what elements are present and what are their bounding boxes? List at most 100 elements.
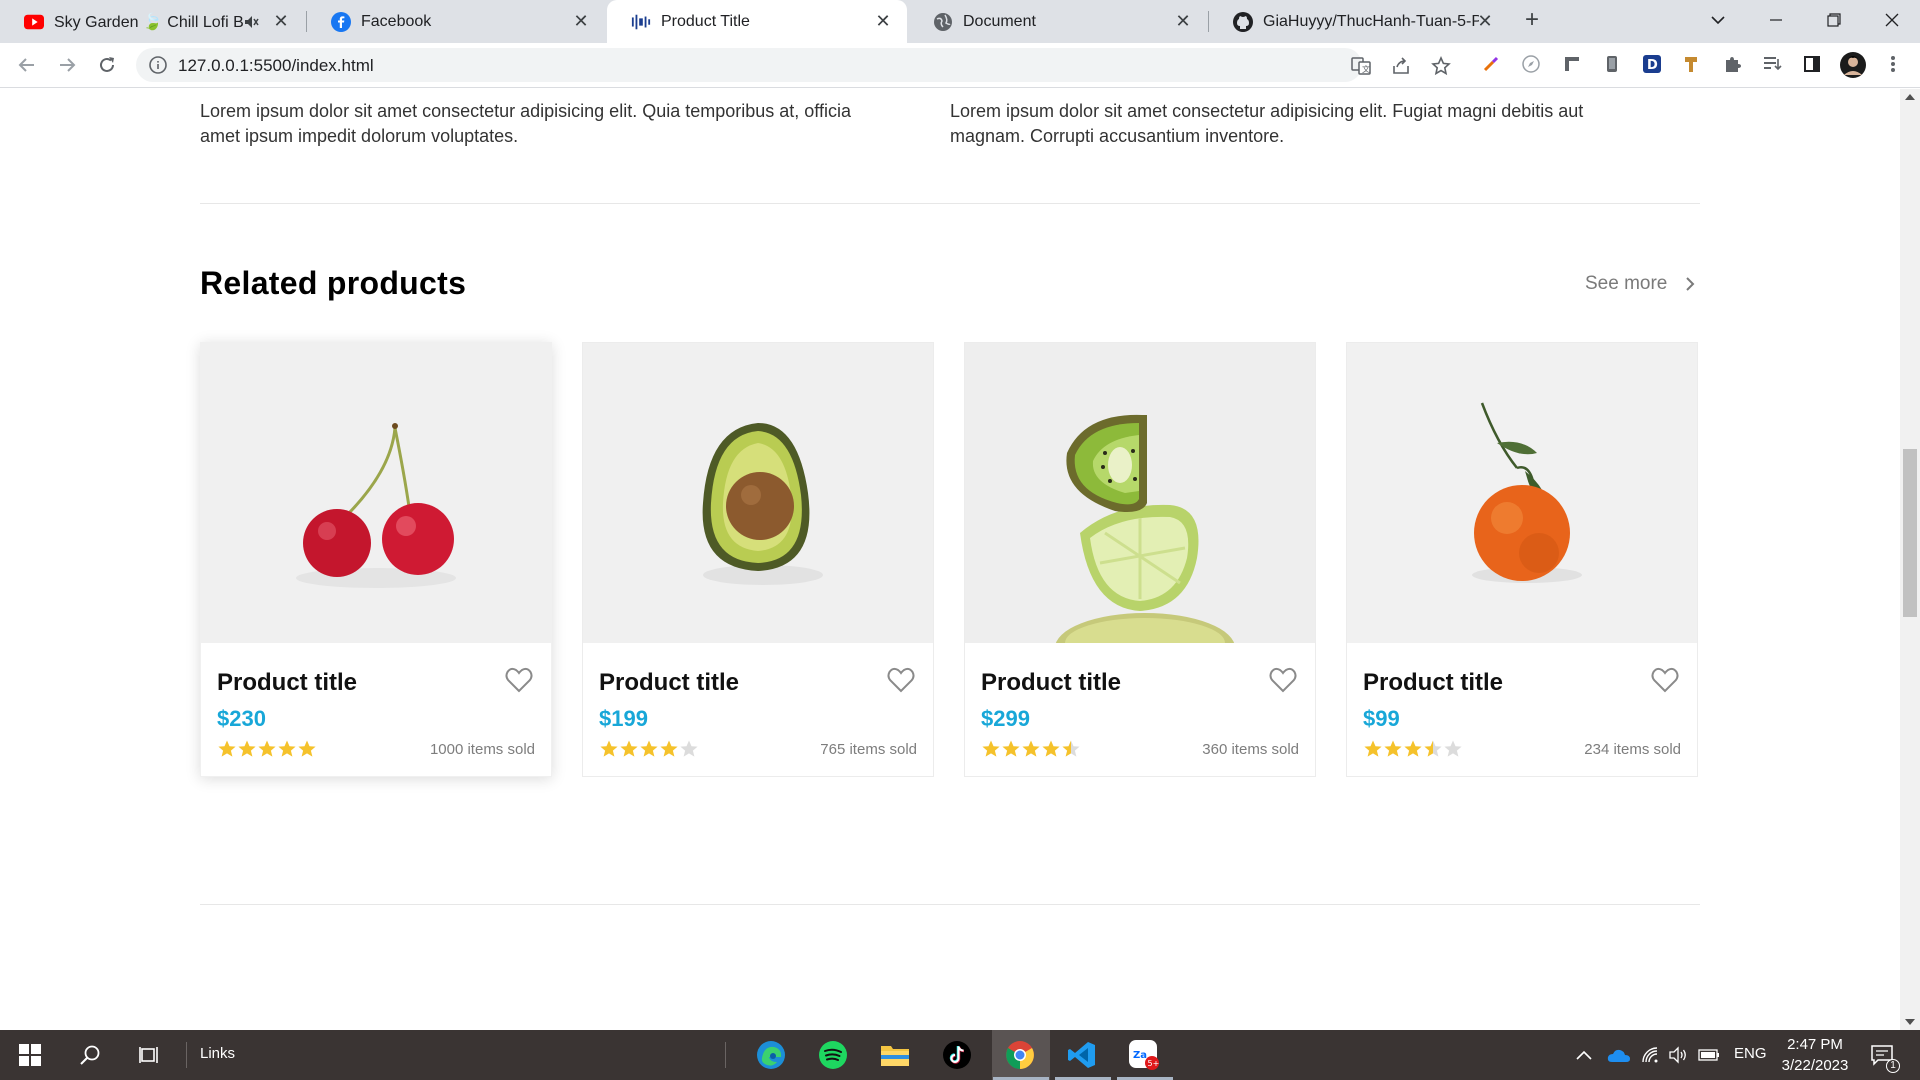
star-full-icon bbox=[640, 740, 658, 757]
bookmark-star-icon[interactable] bbox=[1430, 55, 1452, 77]
heart-icon[interactable] bbox=[887, 667, 915, 693]
product-title[interactable]: Product title bbox=[599, 669, 739, 697]
product-description: Lorem ipsum dolor sit amet consectetur a… bbox=[200, 101, 851, 146]
rating-stars bbox=[599, 739, 699, 759]
browser-toolbar: 127.0.0.1:5500/index.html 文 D bbox=[0, 43, 1920, 88]
side-panel-icon[interactable] bbox=[1801, 53, 1823, 75]
items-sold: 1000 items sold bbox=[429, 741, 535, 758]
system-clock[interactable]: 2:47 PM 3/22/2023 bbox=[1770, 1034, 1860, 1076]
tab-github[interactable]: GiaHuyyy/ThucHanh-Tuan-5-Pro ✕ bbox=[1209, 0, 1509, 43]
tab-strip: Sky Garden 🍃 Chill Lofi Bea ✕ Facebook ✕… bbox=[0, 0, 1920, 43]
product-description: Lorem ipsum dolor sit amet consectetur a… bbox=[950, 101, 1584, 146]
star-full-icon bbox=[982, 740, 1000, 757]
tab-document[interactable]: Document ✕ bbox=[909, 0, 1207, 43]
color-picker-extension-icon[interactable] bbox=[1480, 53, 1502, 75]
star-full-icon bbox=[1364, 740, 1382, 757]
links-toolbar[interactable]: Links bbox=[200, 1045, 235, 1062]
notification-center-icon[interactable]: 1 bbox=[1866, 1039, 1900, 1073]
star-full-icon bbox=[660, 740, 678, 757]
youtube-icon bbox=[24, 12, 44, 32]
windows-start-icon[interactable] bbox=[14, 1039, 46, 1071]
svg-text:文: 文 bbox=[1362, 64, 1370, 74]
audio-icon[interactable] bbox=[243, 13, 261, 31]
tab-search-icon[interactable] bbox=[1690, 0, 1746, 40]
star-half-icon bbox=[1424, 740, 1442, 757]
network-icon[interactable] bbox=[1640, 1039, 1662, 1071]
battery-icon[interactable] bbox=[1697, 1039, 1721, 1071]
share-icon[interactable] bbox=[1390, 55, 1412, 77]
product-card[interactable]: Product title $230 1000 items sold bbox=[200, 342, 552, 777]
chrome-icon[interactable] bbox=[1004, 1039, 1036, 1071]
back-icon[interactable] bbox=[12, 50, 42, 80]
volume-icon[interactable] bbox=[1667, 1039, 1689, 1071]
product-title[interactable]: Product title bbox=[1363, 669, 1503, 697]
close-tab-icon[interactable]: ✕ bbox=[873, 11, 893, 31]
d-extension-icon[interactable]: D bbox=[1641, 53, 1663, 75]
address-bar[interactable]: 127.0.0.1:5500/index.html 文 bbox=[136, 48, 1451, 82]
product-image-avocado[interactable] bbox=[583, 343, 933, 643]
spotify-icon[interactable] bbox=[817, 1039, 849, 1071]
product-image-cherries[interactable] bbox=[201, 343, 551, 643]
scroll-up-arrow-icon[interactable] bbox=[1905, 94, 1915, 100]
taskbar-separator bbox=[725, 1042, 726, 1068]
heart-icon[interactable] bbox=[1269, 667, 1297, 693]
product-price: $99 bbox=[1363, 706, 1400, 731]
vscode-icon[interactable] bbox=[1066, 1039, 1098, 1071]
windows-taskbar: Links Za 5+ ENG 2:47 PM 3/22/2023 1 bbox=[0, 1030, 1920, 1080]
scroll-down-arrow-icon[interactable] bbox=[1905, 1019, 1915, 1025]
heart-icon[interactable] bbox=[505, 667, 533, 693]
notification-count-badge: 1 bbox=[1886, 1059, 1900, 1073]
profile-avatar[interactable] bbox=[1839, 51, 1867, 79]
extensions-puzzle-icon[interactable] bbox=[1721, 53, 1743, 75]
star-full-icon bbox=[1404, 740, 1422, 757]
file-explorer-icon[interactable] bbox=[879, 1039, 911, 1071]
task-view-icon[interactable] bbox=[134, 1039, 166, 1071]
tab-product-title[interactable]: Product Title ✕ bbox=[607, 0, 907, 43]
items-sold: 765 items sold bbox=[820, 741, 917, 758]
page-viewport: Lorem ipsum dolor sit amet consectetur a… bbox=[0, 89, 1900, 1030]
product-title[interactable]: Product title bbox=[217, 669, 357, 697]
search-icon[interactable] bbox=[74, 1039, 106, 1071]
restore-icon[interactable] bbox=[1806, 0, 1862, 40]
related-products-title: Related products bbox=[200, 265, 467, 301]
onedrive-icon[interactable] bbox=[1607, 1039, 1631, 1071]
see-more-link[interactable]: See more bbox=[1585, 273, 1699, 295]
menu-kebab-icon[interactable] bbox=[1882, 53, 1904, 75]
minimize-icon[interactable] bbox=[1748, 0, 1804, 40]
product-title[interactable]: Product title bbox=[981, 669, 1121, 697]
product-card[interactable]: Product title $99 234 items sold bbox=[1346, 342, 1698, 777]
product-price: $199 bbox=[599, 706, 648, 731]
close-tab-icon[interactable]: ✕ bbox=[571, 11, 591, 31]
close-tab-icon[interactable]: ✕ bbox=[1173, 11, 1193, 31]
product-image-tangerine[interactable] bbox=[1347, 343, 1697, 643]
page-scrollbar[interactable] bbox=[1900, 89, 1920, 1030]
compass-extension-icon[interactable] bbox=[1520, 53, 1542, 75]
product-image-kiwi-lime[interactable] bbox=[965, 343, 1315, 643]
ruler-extension-icon[interactable] bbox=[1561, 53, 1583, 75]
scrollbar-thumb[interactable] bbox=[1903, 449, 1917, 617]
close-window-icon[interactable] bbox=[1864, 0, 1920, 40]
tab-youtube[interactable]: Sky Garden 🍃 Chill Lofi Bea ✕ bbox=[0, 0, 305, 43]
forward-icon[interactable] bbox=[52, 50, 82, 80]
show-hidden-icons-icon[interactable] bbox=[1574, 1039, 1594, 1071]
close-tab-icon[interactable]: ✕ bbox=[1475, 11, 1495, 31]
hammer-extension-icon[interactable] bbox=[1681, 53, 1703, 75]
tiktok-icon[interactable] bbox=[941, 1039, 973, 1071]
reload-icon[interactable] bbox=[92, 50, 122, 80]
translate-icon[interactable]: 文 bbox=[1350, 55, 1372, 77]
language-indicator[interactable]: ENG bbox=[1734, 1045, 1767, 1062]
star-full-icon bbox=[218, 740, 236, 757]
tab-facebook[interactable]: Facebook ✕ bbox=[307, 0, 605, 43]
reading-list-icon[interactable] bbox=[1761, 53, 1783, 75]
site-info-icon[interactable] bbox=[148, 55, 168, 75]
new-tab-icon[interactable]: + bbox=[1520, 8, 1544, 33]
product-card[interactable]: Product title $299 360 items sold bbox=[964, 342, 1316, 777]
zalo-icon[interactable]: Za 5+ bbox=[1128, 1039, 1160, 1071]
edge-icon[interactable] bbox=[755, 1039, 787, 1071]
items-sold: 360 items sold bbox=[1202, 741, 1299, 758]
heart-icon[interactable] bbox=[1651, 667, 1679, 693]
phone-extension-icon[interactable] bbox=[1601, 53, 1623, 75]
url-text[interactable]: 127.0.0.1:5500/index.html bbox=[178, 56, 374, 76]
product-card[interactable]: Product title $199 765 items sold bbox=[582, 342, 934, 777]
close-tab-icon[interactable]: ✕ bbox=[271, 11, 291, 31]
